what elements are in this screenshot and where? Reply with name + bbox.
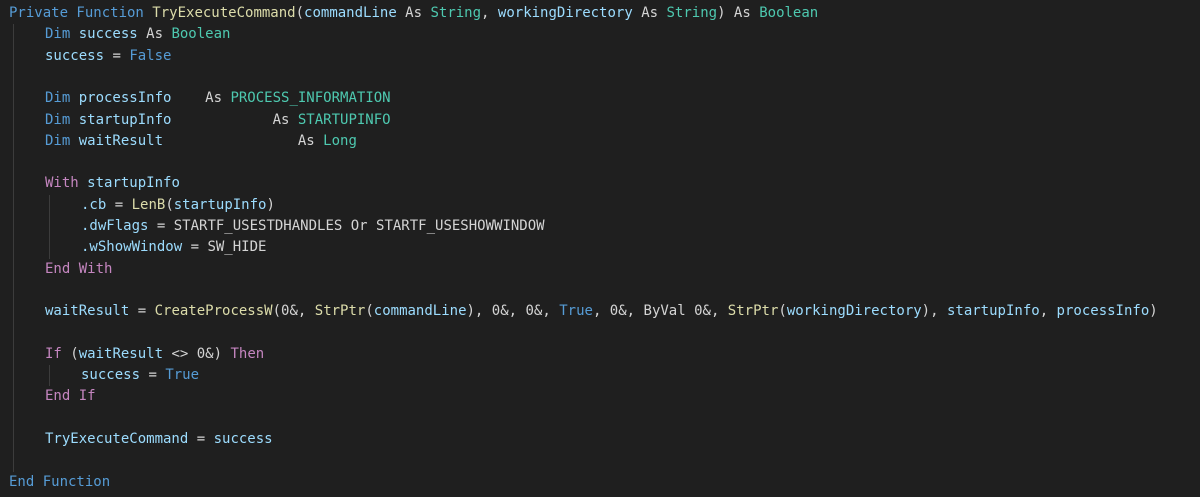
code-token: StrPtr — [314, 303, 366, 320]
code-token: = — [129, 303, 155, 320]
code-token: TryExecuteCommand — [152, 5, 296, 21]
code-token: .cb — [81, 196, 107, 213]
indent-guide — [13, 24, 14, 472]
code-token: = STARTF_USESTDHANDLES Or STARTF_USESHOW… — [148, 218, 545, 234]
code-token: ( — [295, 5, 305, 21]
code-token: String — [666, 5, 718, 21]
code-token: startupInfo — [78, 111, 172, 128]
code-token: startupInfo — [173, 196, 267, 213]
code-token: = — [188, 431, 214, 447]
code-token: As — [171, 111, 298, 128]
code-line[interactable]: Dim success As Boolean — [45, 24, 230, 44]
code-token: ) As — [717, 5, 760, 21]
code-token: Dim — [45, 26, 79, 43]
code-token: ( — [778, 303, 787, 320]
code-token: processInfo — [1056, 303, 1150, 320]
code-token: ( — [70, 345, 79, 362]
code-token: As — [171, 90, 231, 107]
code-token: End Function — [9, 473, 111, 490]
code-token: String — [430, 5, 482, 21]
code-token: workingDirectory — [497, 5, 633, 21]
code-token: As — [137, 26, 172, 43]
code-token: Private Function — [9, 5, 153, 21]
code-token: startupInfo — [87, 175, 180, 192]
code-token: LenB — [131, 196, 166, 213]
code-token: .dwFlags — [81, 218, 149, 234]
code-token: (0&, — [272, 303, 315, 320]
code-token: With — [45, 175, 88, 192]
code-token: As — [396, 5, 431, 21]
code-token: True — [559, 303, 593, 320]
code-token: , — [1039, 303, 1057, 320]
code-token: Long — [323, 132, 357, 149]
code-token: waitResult — [78, 345, 164, 362]
code-token: ) — [266, 196, 275, 213]
code-line[interactable]: success = False — [45, 46, 171, 66]
code-editor[interactable]: Private Function TryExecuteCommand(comma… — [0, 0, 1200, 497]
code-line[interactable]: With startupInfo — [45, 173, 180, 193]
code-token: As — [163, 132, 324, 149]
code-token: Dim — [45, 111, 79, 128]
code-token: = — [104, 47, 130, 64]
code-token: , 0&, ByVal 0&, — [592, 303, 728, 320]
code-line[interactable]: success = True — [81, 365, 199, 385]
code-token: Dim — [45, 90, 79, 107]
code-token: success — [213, 431, 273, 447]
code-line[interactable]: Dim waitResult As Long — [45, 131, 357, 151]
code-token: success — [45, 47, 105, 64]
code-line[interactable]: Dim startupInfo As STARTUPINFO — [45, 110, 391, 130]
code-token: , — [481, 5, 498, 21]
code-token: Boolean — [171, 26, 231, 43]
code-token: commandLine — [373, 303, 467, 320]
code-line[interactable]: Dim processInfo As PROCESS_INFORMATION — [45, 88, 391, 108]
indent-guide — [49, 365, 50, 387]
code-token: processInfo — [78, 90, 172, 107]
code-line[interactable]: Private Function TryExecuteCommand(comma… — [9, 3, 818, 23]
code-token: ) — [1149, 303, 1158, 320]
code-token: commandLine — [304, 5, 397, 21]
code-token: PROCESS_INFORMATION — [230, 90, 391, 107]
code-line[interactable]: End Function — [9, 472, 110, 492]
code-token: End If — [45, 388, 96, 405]
code-token: = SW_HIDE — [182, 239, 267, 256]
code-token: waitResult — [78, 132, 164, 149]
code-token: workingDirectory — [786, 303, 922, 320]
code-line[interactable]: .wShowWindow = SW_HIDE — [81, 237, 266, 257]
code-token: True — [165, 367, 200, 384]
code-token: CreateProcessW — [154, 303, 273, 320]
code-line[interactable]: .cb = LenB(startupInfo) — [81, 195, 275, 215]
code-token: ( — [165, 196, 174, 213]
code-token: STARTUPINFO — [297, 111, 391, 128]
code-token: waitResult — [45, 303, 130, 320]
code-token: As — [632, 5, 667, 21]
code-token: <> 0&) — [163, 345, 231, 362]
code-token: = — [140, 367, 166, 384]
code-token: TryExecuteCommand — [45, 431, 189, 447]
code-line[interactable]: End With — [45, 259, 112, 279]
code-line[interactable]: End If — [45, 386, 96, 406]
code-token: Then — [230, 345, 265, 362]
code-token: startupInfo — [946, 303, 1040, 320]
code-line[interactable]: waitResult = CreateProcessW(0&, StrPtr(c… — [45, 301, 1158, 321]
code-token: ), — [921, 303, 947, 320]
code-token: success — [81, 367, 141, 384]
code-token: = — [106, 196, 132, 213]
code-token: Boolean — [759, 5, 819, 21]
code-token: End With — [45, 260, 113, 277]
indent-guide — [49, 194, 50, 259]
code-line[interactable]: If (waitResult <> 0&) Then — [45, 344, 264, 364]
code-token: ( — [365, 303, 374, 320]
code-token: StrPtr — [727, 303, 779, 320]
code-token: If — [45, 345, 71, 362]
code-line[interactable]: .dwFlags = STARTF_USESTDHANDLES Or START… — [81, 216, 545, 236]
code-token: False — [129, 47, 172, 64]
code-token: .wShowWindow — [81, 239, 183, 256]
code-token: success — [78, 26, 138, 43]
code-line[interactable]: TryExecuteCommand = success — [45, 429, 273, 449]
code-token: Dim — [45, 132, 79, 149]
code-token: ), 0&, 0&, — [466, 303, 560, 320]
